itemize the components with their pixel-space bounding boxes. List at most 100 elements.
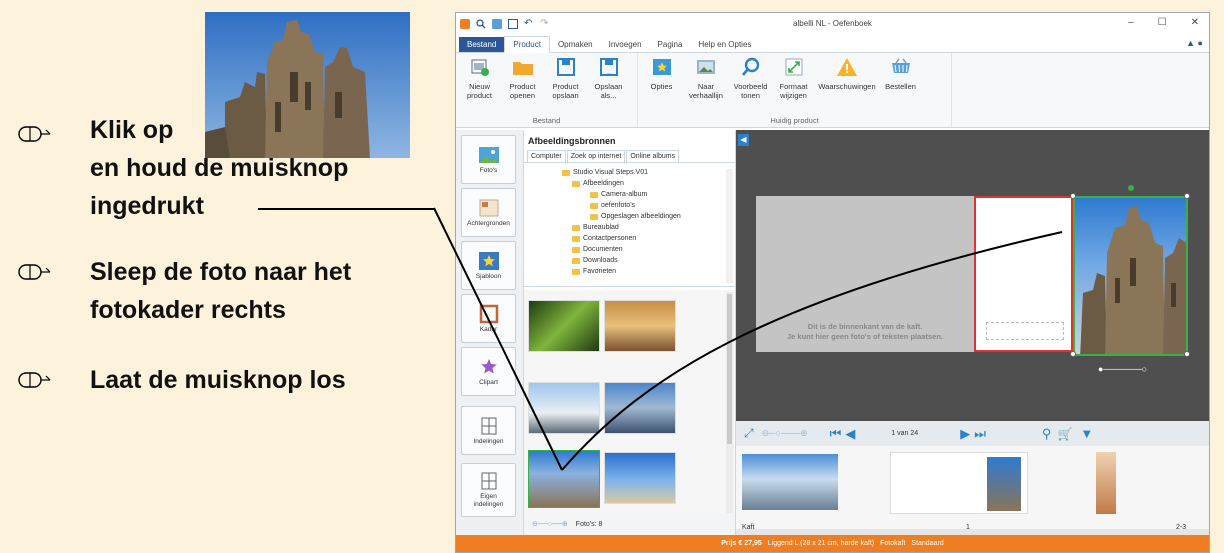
tab-online-albums[interactable]: Online albums bbox=[626, 150, 680, 162]
canvas-zoom-slider[interactable]: ⊖─○───⊕ bbox=[762, 428, 808, 439]
close-button[interactable]: ✕ bbox=[1191, 17, 1199, 28]
tab-product[interactable]: Product bbox=[504, 36, 550, 53]
scrollbar-thumb[interactable] bbox=[727, 294, 732, 444]
photo-thumbnail[interactable] bbox=[604, 300, 676, 352]
save-as-label: Opslaan bbox=[594, 82, 623, 91]
tab-opmaken[interactable]: Opmaken bbox=[550, 37, 601, 52]
prev-page-icon[interactable]: ◀ bbox=[845, 426, 855, 442]
last-page-icon[interactable]: ⏭ bbox=[974, 426, 986, 442]
resize-handle[interactable] bbox=[1070, 193, 1076, 199]
minimize-button[interactable]: – bbox=[1128, 17, 1134, 28]
sources-footer: ⊖──○──⊕ Foto's: 8 bbox=[524, 513, 735, 535]
resize-handle[interactable] bbox=[1070, 351, 1076, 357]
cart-icon[interactable]: 🛒 bbox=[1057, 427, 1072, 441]
backgrounds-button[interactable]: Achtergronden bbox=[461, 188, 516, 237]
clipart-button[interactable]: Clipart bbox=[461, 347, 516, 396]
open-product-label-2: openen bbox=[509, 91, 536, 100]
tree-item[interactable]: Afbeeldingen bbox=[572, 180, 624, 187]
preview-icon[interactable]: ⚲ bbox=[1042, 426, 1052, 442]
tab-search-internet[interactable]: Zoek op internet bbox=[566, 150, 626, 162]
custom-layouts-label-2: indelingen bbox=[473, 501, 504, 508]
photo-grid bbox=[524, 290, 735, 520]
folder-tree: Studio Visual Steps.V01 Afbeeldingen Cam… bbox=[524, 167, 735, 287]
storyline-icon bbox=[695, 56, 717, 78]
resize-icon bbox=[783, 56, 805, 78]
template-button[interactable]: Sjabloon bbox=[461, 241, 516, 290]
photos-button[interactable]: Foto's bbox=[461, 135, 516, 184]
save-as-icon: ... bbox=[598, 56, 620, 78]
tab-computer[interactable]: Computer bbox=[527, 150, 566, 162]
new-product-icon bbox=[469, 56, 491, 78]
image-sources-panel: Afbeeldingsbronnen Computer Zoek op inte… bbox=[524, 130, 736, 535]
fit-screen-icon[interactable]: ⤢ bbox=[744, 426, 754, 441]
tab-help-opties[interactable]: Help en Opties bbox=[690, 37, 759, 52]
custom-layouts-button[interactable]: Eigen indelingen bbox=[461, 463, 516, 517]
frame-label: Kader bbox=[479, 325, 498, 333]
photo-thumbnail-selected[interactable] bbox=[528, 450, 600, 508]
photo-thumbnail[interactable] bbox=[604, 452, 676, 504]
tree-item[interactable]: Studio Visual Steps.V01 bbox=[562, 169, 648, 176]
tab-pagina[interactable]: Pagina bbox=[650, 37, 691, 52]
new-product-label: Nieuw bbox=[469, 82, 490, 91]
tree-item[interactable]: Opgeslagen afbeeldingen bbox=[590, 213, 681, 220]
tree-item-label: Favorieten bbox=[583, 268, 617, 275]
rotate-handle[interactable] bbox=[1128, 185, 1134, 191]
folder-icon bbox=[572, 235, 580, 242]
title-bar: ↶ ↷ albelli NL - Oefenboek – ☐ ✕ bbox=[456, 13, 1209, 35]
resize-handle[interactable] bbox=[1184, 193, 1190, 199]
tree-item[interactable]: Documenten bbox=[572, 246, 623, 253]
zoom-slider[interactable]: ⊖──○──⊕ bbox=[532, 520, 568, 528]
background-icon bbox=[478, 198, 500, 218]
photo-thumbnail[interactable] bbox=[528, 300, 600, 352]
resize-label: Formaat bbox=[779, 82, 808, 91]
tree-item[interactable]: Bureaublad bbox=[572, 224, 619, 231]
photo-grid-scrollbar[interactable] bbox=[726, 292, 733, 518]
photo-frame-right[interactable] bbox=[1073, 196, 1188, 356]
photo-icon bbox=[478, 145, 500, 165]
tab-invoegen[interactable]: Invoegen bbox=[601, 37, 650, 52]
text-placeholder[interactable] bbox=[986, 322, 1064, 340]
product-details: Liggend L (28 x 21 cm, harde kaft) bbox=[767, 540, 875, 547]
folder-icon bbox=[572, 224, 580, 231]
resize-label-2: wijzigen bbox=[780, 91, 807, 100]
layouts-button[interactable]: Indelingen bbox=[461, 406, 516, 455]
filmstrip-page-cover[interactable] bbox=[742, 454, 838, 510]
preview-label-2: tonen bbox=[741, 91, 760, 100]
tree-item[interactable]: Contactpersonen bbox=[572, 235, 636, 242]
maximize-button[interactable]: ☐ bbox=[1158, 17, 1167, 28]
order-label: Bestellen bbox=[885, 82, 916, 91]
previous-spread-button[interactable]: ◀ bbox=[738, 134, 749, 146]
layouts-label: Indelingen bbox=[473, 437, 504, 445]
photo-thumbnail[interactable] bbox=[604, 382, 676, 434]
frame-button[interactable]: Kader bbox=[461, 294, 516, 343]
photo-count: Foto's: 8 bbox=[575, 520, 603, 528]
tree-scrollbar[interactable] bbox=[726, 169, 733, 283]
ribbon-group-label: Bestand bbox=[532, 116, 561, 125]
ribbon-collapse-icon[interactable]: ▲ ● bbox=[1186, 38, 1203, 48]
tree-item[interactable]: Downloads bbox=[572, 257, 618, 264]
next-page-icon[interactable]: ▶ bbox=[960, 426, 970, 442]
mouse-click-icon bbox=[18, 124, 52, 144]
expand-icon[interactable]: ▼ bbox=[1080, 426, 1093, 441]
filmstrip-page-1[interactable] bbox=[890, 452, 1028, 514]
layout-icon bbox=[478, 416, 500, 436]
frame-icon bbox=[478, 304, 500, 324]
ribbon-group-label: Huidig product bbox=[770, 116, 819, 125]
filmstrip-page-2-3[interactable] bbox=[1096, 452, 1116, 514]
photo-thumbnail[interactable] bbox=[528, 382, 600, 434]
photos-label: Foto's bbox=[479, 166, 498, 174]
storyline-label: Naar bbox=[697, 82, 715, 91]
ribbon: Nieuw product Product openen Product ops… bbox=[456, 53, 1209, 128]
tab-bestand[interactable]: Bestand bbox=[459, 37, 505, 52]
tree-item[interactable]: Favorieten bbox=[572, 268, 616, 275]
tree-item-selected[interactable]: oefenfoto's bbox=[590, 202, 635, 209]
photo-zoom-slider[interactable]: ●──────○ bbox=[1098, 364, 1147, 374]
folder-icon bbox=[562, 169, 570, 176]
tree-item[interactable]: Camera-album bbox=[590, 191, 647, 198]
options-label: Opties bbox=[650, 82, 673, 91]
page-one[interactable] bbox=[974, 196, 1073, 352]
resize-handle[interactable] bbox=[1184, 351, 1190, 357]
first-page-icon[interactable]: ⏮ bbox=[830, 426, 842, 442]
ribbon-group-bestand: Nieuw product Product openen Product ops… bbox=[456, 53, 638, 127]
cover-type: Fotokaft bbox=[880, 540, 906, 547]
